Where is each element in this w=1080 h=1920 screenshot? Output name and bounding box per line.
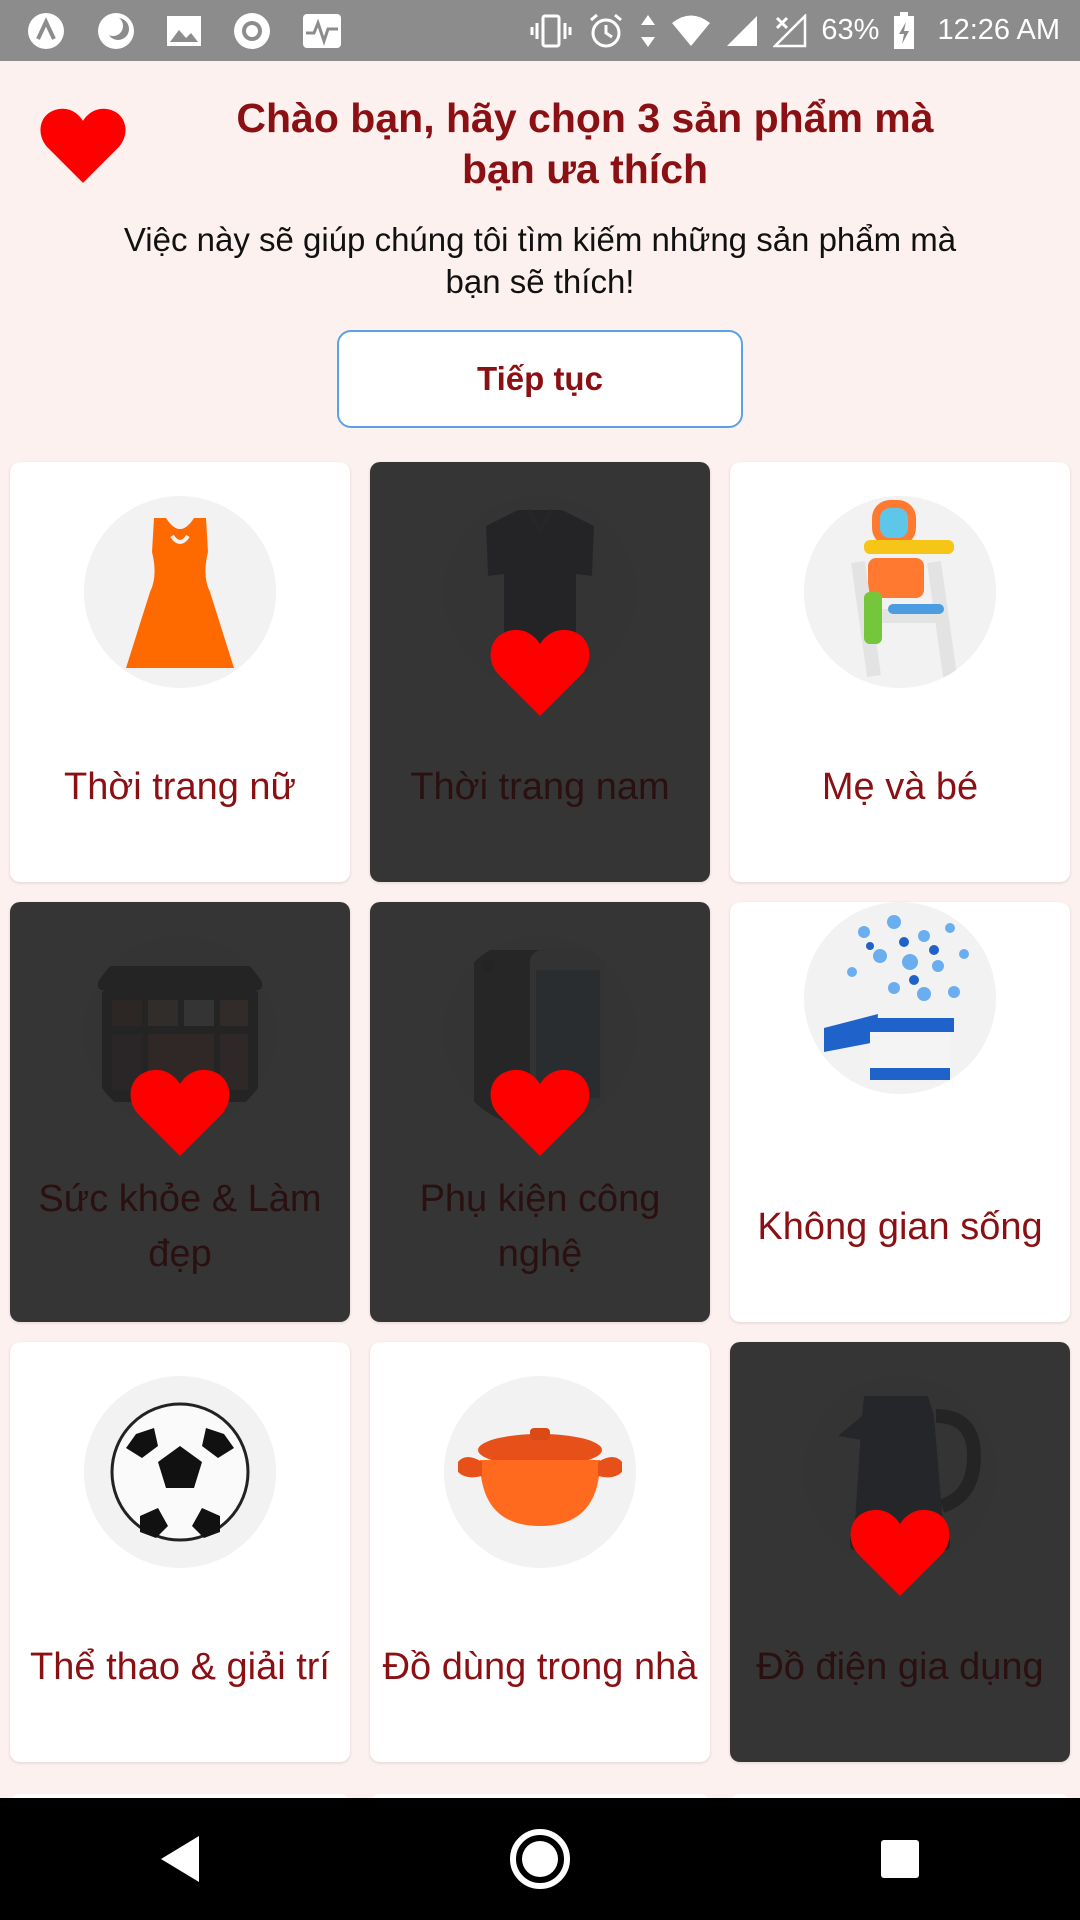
moon-icon <box>96 11 136 51</box>
status-bar: 63% 12:26 AM <box>0 0 1080 61</box>
home-icon[interactable] <box>490 1809 590 1909</box>
category-label: Sức khỏe & Làm đẹp <box>38 1178 322 1275</box>
page-subtitle: Việc này sẽ giúp chúng tôi tìm kiếm nhữn… <box>123 221 957 300</box>
category-label: Đồ dùng trong nhà <box>382 1645 698 1688</box>
battery-charging-icon <box>893 11 915 50</box>
category-label: Phụ kiện công nghệ <box>419 1178 661 1275</box>
selected-heart-icon <box>850 1509 950 1596</box>
category-card-household-items[interactable]: Đồ dùng trong nhà <box>370 1342 710 1762</box>
category-label: Thời trang nữ <box>63 765 296 808</box>
status-left <box>26 11 372 51</box>
page-title: Chào bạn, hãy chọn 3 sản phẩm mà bạn ưa … <box>236 95 934 192</box>
navigation-bar <box>0 1798 1080 1920</box>
data-arrows-icon <box>639 13 657 49</box>
pot-icon <box>444 1376 636 1568</box>
battery-percent: 63% <box>821 14 880 46</box>
dress-icon <box>84 496 276 688</box>
app-icon <box>26 11 66 51</box>
signal-off-icon <box>773 13 807 48</box>
back-icon[interactable] <box>130 1809 230 1909</box>
high-chair-icon <box>804 496 996 688</box>
category-label: Đồ điện gia dụng <box>756 1645 1044 1688</box>
category-card-mens-fashion[interactable]: Thời trang nam <box>370 462 710 882</box>
vibrate-icon <box>529 13 573 49</box>
clock: 12:26 AM <box>937 14 1060 46</box>
signal-icon <box>725 14 759 48</box>
category-card-living-space[interactable]: Không gian sống <box>730 902 1070 1322</box>
category-card-tech-accessories[interactable]: Phụ kiện công nghệ <box>370 902 710 1322</box>
status-right: 63% 12:26 AM <box>515 11 1060 50</box>
category-label: Mẹ và bé <box>821 765 979 808</box>
category-card-home-appliances[interactable]: Đồ điện gia dụng <box>730 1342 1070 1762</box>
category-label: Thể thao & giải trí <box>30 1645 330 1688</box>
category-card-womens-fashion[interactable]: Thời trang nữ <box>10 462 350 882</box>
alarm-icon <box>587 12 625 50</box>
category-card-sports-entertainment[interactable]: Thể thao & giải trí <box>10 1342 350 1762</box>
heart-icon <box>40 108 126 183</box>
header: Chào bạn, hãy chọn 3 sản phẩm mà bạn ưa … <box>0 61 1080 451</box>
continue-button[interactable]: Tiếp tục <box>337 330 743 428</box>
selected-heart-icon <box>490 629 590 716</box>
category-card-health-beauty[interactable]: Sức khỏe & Làm đẹp <box>10 902 350 1322</box>
selected-heart-icon <box>490 1069 590 1156</box>
selected-heart-icon <box>130 1069 230 1156</box>
image-icon <box>166 15 202 47</box>
soccer-ball-icon <box>84 1376 276 1568</box>
gift-box-icon <box>804 902 996 1094</box>
wifi-icon <box>671 14 711 48</box>
category-card-mom-and-baby[interactable]: Mẹ và bé <box>730 462 1070 882</box>
recents-icon[interactable] <box>850 1809 950 1909</box>
category-label: Không gian sống <box>757 1205 1043 1248</box>
activity-icon <box>302 13 342 49</box>
category-label: Thời trang nam <box>410 765 670 808</box>
record-icon <box>232 11 272 51</box>
